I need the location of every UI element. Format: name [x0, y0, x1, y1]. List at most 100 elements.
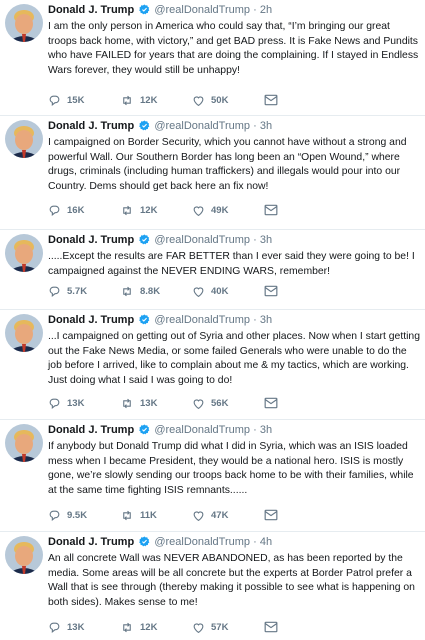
tweet[interactable]: Donald J. Trump @realDonaldTrump · 4h An…	[0, 532, 425, 640]
tweet-time[interactable]: 3h	[260, 424, 272, 436]
reply-icon	[49, 622, 60, 633]
tweet[interactable]: Donald J. Trump @realDonaldTrump · 3h If…	[0, 420, 425, 532]
separator-dot: ·	[253, 536, 257, 548]
avatar[interactable]	[5, 234, 43, 272]
account-name[interactable]: Donald J. Trump	[48, 314, 134, 326]
account-name[interactable]: Donald J. Trump	[48, 120, 134, 132]
like-icon	[193, 205, 204, 216]
reply-button[interactable]: 13K	[48, 621, 120, 634]
tweet-text: I campaigned on Border Security, which y…	[48, 137, 407, 192]
like-count: 49K	[211, 204, 229, 216]
account-handle[interactable]: @realDonaldTrump	[154, 234, 250, 246]
message-icon	[264, 285, 278, 297]
tweet-text: I am the only person in America who coul…	[48, 21, 419, 76]
like-count: 57K	[211, 621, 229, 633]
reply-button[interactable]: 13K	[48, 397, 120, 410]
reply-button[interactable]: 16K	[48, 204, 120, 217]
reply-button[interactable]: 9.5K	[48, 509, 120, 522]
like-icon	[193, 398, 204, 409]
avatar-image	[5, 120, 43, 158]
tweet[interactable]: Donald J. Trump @realDonaldTrump · 3h ..…	[0, 230, 425, 310]
retweet-count: 13K	[140, 397, 158, 409]
message-button[interactable]	[264, 285, 284, 297]
message-icon	[264, 621, 278, 633]
tweet-text: ...I campaigned on getting out of Syria …	[48, 331, 420, 386]
retweet-icon	[123, 398, 131, 408]
timeline: Donald J. Trump @realDonaldTrump · 2h I …	[0, 0, 425, 640]
avatar[interactable]	[5, 536, 43, 574]
retweet-icon	[123, 622, 131, 632]
reply-button[interactable]: 5.7K	[48, 285, 120, 298]
message-icon	[264, 204, 278, 216]
verified-badge-icon	[139, 314, 150, 329]
like-button[interactable]: 56K	[192, 397, 264, 410]
reply-icon	[49, 398, 60, 409]
like-count: 50K	[211, 94, 229, 106]
avatar[interactable]	[5, 120, 43, 158]
avatar[interactable]	[5, 4, 43, 42]
verified-badge-icon	[139, 234, 150, 249]
tweet-text: .....Except the results are FAR BETTER t…	[48, 251, 415, 277]
retweet-icon	[123, 286, 131, 296]
tweet[interactable]: Donald J. Trump @realDonaldTrump · 3h ..…	[0, 310, 425, 420]
tweet-time[interactable]: 3h	[260, 234, 272, 246]
account-name[interactable]: Donald J. Trump	[48, 424, 134, 436]
retweet-button[interactable]: 13K	[120, 397, 192, 410]
tweet-actions: 13K 13K 56K	[48, 396, 284, 410]
account-handle[interactable]: @realDonaldTrump	[154, 120, 250, 132]
retweet-icon	[123, 510, 131, 520]
account-handle[interactable]: @realDonaldTrump	[154, 4, 250, 16]
like-button[interactable]: 40K	[192, 285, 264, 298]
account-name[interactable]: Donald J. Trump	[48, 4, 134, 16]
retweet-button[interactable]: 11K	[120, 509, 192, 522]
retweet-button[interactable]: 12K	[120, 94, 192, 107]
avatar[interactable]	[5, 314, 43, 352]
avatar-image	[5, 234, 43, 272]
retweet-count: 12K	[140, 94, 158, 106]
avatar[interactable]	[5, 424, 43, 462]
tweet[interactable]: Donald J. Trump @realDonaldTrump · 2h I …	[0, 0, 425, 116]
account-name[interactable]: Donald J. Trump	[48, 536, 134, 548]
reply-count: 5.7K	[67, 285, 88, 297]
retweet-count: 12K	[140, 204, 158, 216]
retweet-button[interactable]: 12K	[120, 204, 192, 217]
reply-count: 13K	[67, 621, 85, 633]
tweet-actions: 16K 12K 49K	[48, 203, 284, 217]
separator-dot: ·	[253, 120, 257, 132]
tweet[interactable]: Donald J. Trump @realDonaldTrump · 3h I …	[0, 116, 425, 230]
reply-count: 16K	[67, 204, 85, 216]
like-button[interactable]: 50K	[192, 94, 264, 107]
reply-button[interactable]: 15K	[48, 94, 120, 107]
verified-badge-icon	[139, 120, 150, 135]
message-button[interactable]	[264, 509, 284, 521]
like-button[interactable]: 47K	[192, 509, 264, 522]
like-button[interactable]: 57K	[192, 621, 264, 634]
retweet-button[interactable]: 8.8K	[120, 285, 192, 298]
reply-count: 13K	[67, 397, 85, 409]
separator-dot: ·	[253, 314, 257, 326]
account-handle[interactable]: @realDonaldTrump	[154, 424, 250, 436]
like-icon	[193, 510, 204, 521]
account-handle[interactable]: @realDonaldTrump	[154, 314, 250, 326]
message-button[interactable]	[264, 621, 284, 633]
account-handle[interactable]: @realDonaldTrump	[154, 536, 250, 548]
message-icon	[264, 509, 278, 521]
verified-badge-icon	[139, 424, 150, 439]
account-name[interactable]: Donald J. Trump	[48, 234, 134, 246]
tweet-time[interactable]: 2h	[260, 4, 272, 16]
message-button[interactable]	[264, 397, 284, 409]
reply-icon	[49, 286, 60, 297]
avatar-image	[5, 4, 43, 42]
tweet-time[interactable]: 3h	[260, 314, 272, 326]
reply-icon	[49, 95, 60, 106]
verified-badge-icon	[139, 536, 150, 551]
tweet-text: An all concrete Wall was NEVER ABANDONED…	[48, 553, 415, 608]
retweet-button[interactable]: 12K	[120, 621, 192, 634]
reply-count: 15K	[67, 94, 85, 106]
tweet-time[interactable]: 4h	[260, 536, 272, 548]
tweet-time[interactable]: 3h	[260, 120, 272, 132]
message-button[interactable]	[264, 94, 284, 106]
message-button[interactable]	[264, 204, 284, 216]
message-icon	[264, 94, 278, 106]
like-button[interactable]: 49K	[192, 204, 264, 217]
